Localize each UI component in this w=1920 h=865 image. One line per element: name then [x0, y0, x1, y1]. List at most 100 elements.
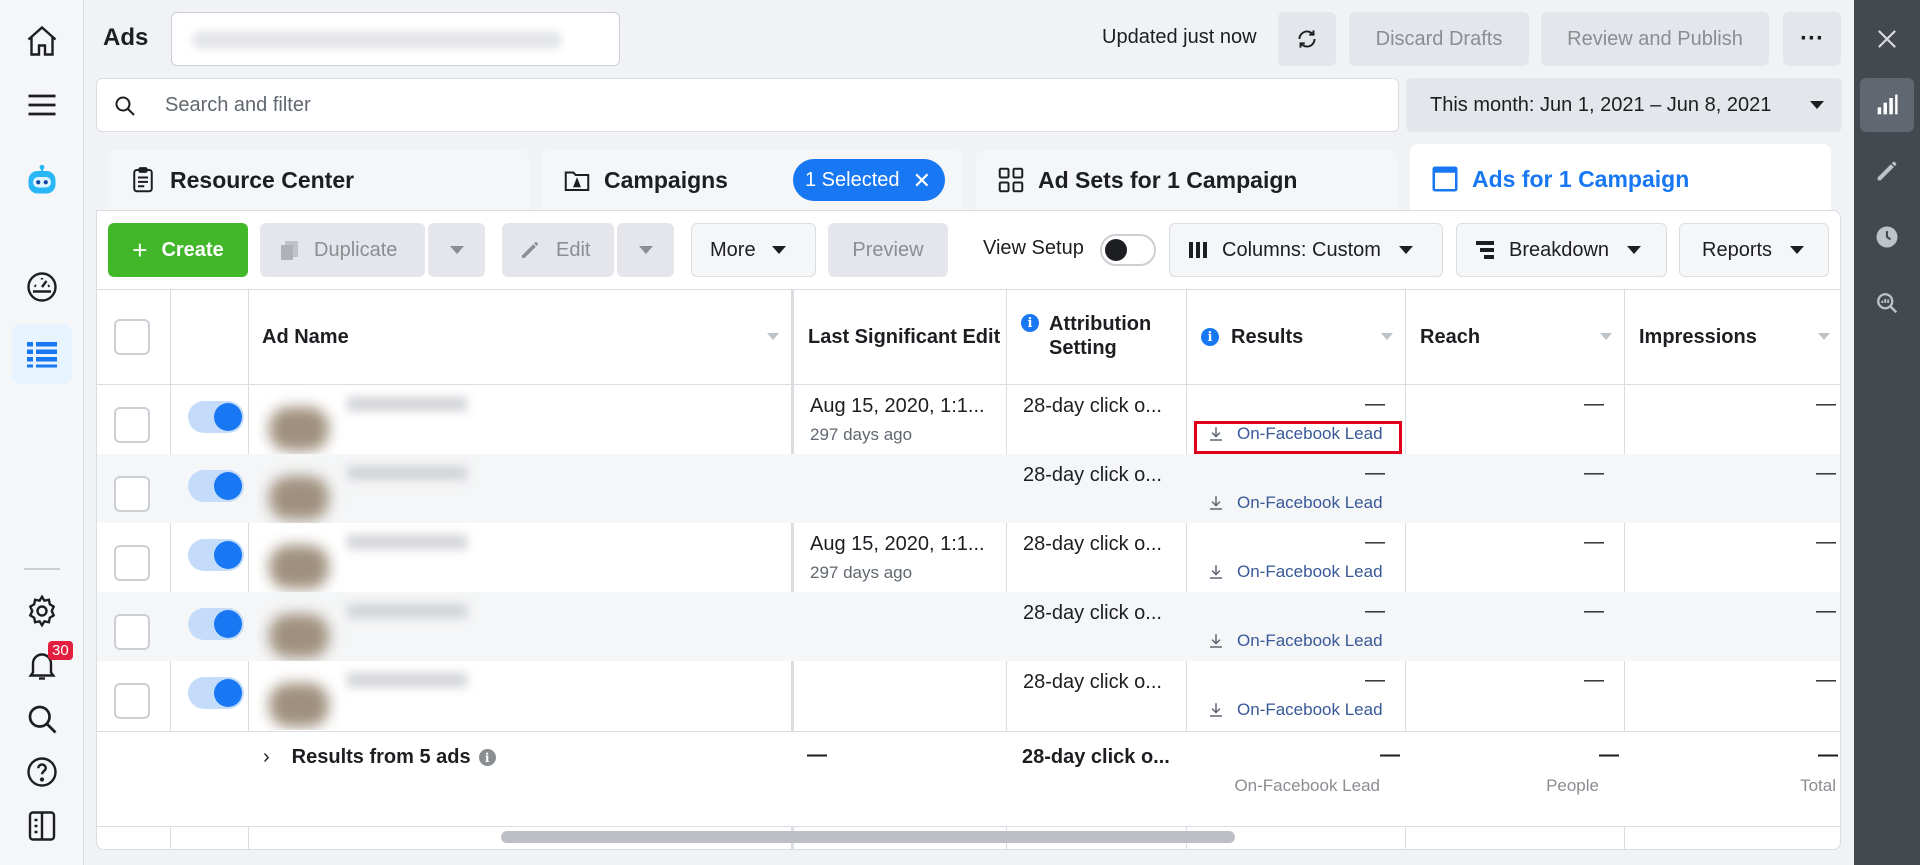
more-options-button[interactable]: ··· — [1783, 12, 1841, 66]
selected-count: 1 Selected — [805, 168, 900, 191]
search-icon — [115, 96, 135, 116]
view-setup-toggle[interactable] — [1100, 234, 1156, 266]
dashboard-gauge-icon[interactable] — [12, 257, 72, 317]
info-icon[interactable]: i — [478, 749, 496, 766]
ad-status-toggle[interactable] — [188, 677, 244, 709]
sort-icon[interactable] — [1818, 333, 1830, 340]
duplicate-button[interactable]: Duplicate — [260, 223, 425, 277]
ad-name-blurred[interactable] — [257, 523, 487, 592]
summary-last-edit: — — [807, 744, 827, 766]
close-icon[interactable] — [1860, 12, 1914, 66]
row-checkbox[interactable] — [114, 545, 150, 581]
reach-value: — — [1584, 600, 1604, 622]
inspect-search-icon[interactable] — [1860, 276, 1914, 330]
pencil-icon[interactable] — [1860, 144, 1914, 198]
on-facebook-lead-link[interactable]: On-Facebook Lead — [1207, 631, 1383, 651]
table-row[interactable]: 28-day click o... — On-Facebook Lead — — — [97, 592, 1840, 661]
search-input[interactable]: Search and filter — [96, 78, 1399, 132]
review-publish-button[interactable]: Review and Publish — [1541, 12, 1769, 66]
pencil-icon — [522, 242, 538, 258]
discard-drafts-button[interactable]: Discard Drafts — [1349, 12, 1529, 66]
row-checkbox[interactable] — [114, 476, 150, 512]
ad-status-toggle[interactable] — [188, 608, 244, 640]
ads-manager-table-icon[interactable] — [12, 324, 72, 384]
ad-status-toggle[interactable] — [188, 470, 244, 502]
reports-button[interactable]: Reports — [1679, 223, 1829, 277]
reach-value: — — [1584, 531, 1604, 553]
table-row[interactable]: 28-day click o... — On-Facebook Lead — — — [97, 454, 1840, 523]
table-row[interactable]: Aug 15, 2020, 1:1... 297 days ago 28-day c… — [97, 385, 1840, 454]
edit-button[interactable]: Edit — [502, 223, 614, 277]
search-placeholder: Search and filter — [165, 94, 311, 116]
column-header-last-edit[interactable]: Last Significant Edit — [794, 290, 1006, 384]
plus-icon: + — [132, 234, 148, 265]
chevron-down-icon — [638, 246, 653, 254]
notifications-bell-icon[interactable]: 30 — [12, 635, 73, 695]
row-checkbox[interactable] — [114, 683, 150, 719]
impressions-value: — — [1816, 393, 1836, 415]
settings-gear-icon[interactable] — [12, 581, 72, 641]
ad-name-blurred[interactable] — [257, 592, 487, 661]
date-range-label: This month: Jun 1, 2021 – Jun 8, 2021 — [1430, 93, 1772, 116]
table-row[interactable]: Aug 15, 2020, 1:1... 297 days ago 28-day c… — [97, 523, 1840, 592]
tab-resource-center[interactable]: Resource Center — [108, 150, 529, 210]
preview-button[interactable]: Preview — [828, 223, 948, 277]
summary-reach: — — [1599, 744, 1619, 766]
chart-bar-icon[interactable] — [1860, 78, 1914, 132]
breakdown-icon — [1476, 241, 1494, 259]
home-icon[interactable] — [12, 11, 72, 71]
chevron-down-icon — [449, 246, 464, 254]
clipboard-icon — [133, 167, 153, 193]
create-button[interactable]: + Create — [108, 223, 248, 277]
breakdown-button[interactable]: Breakdown — [1456, 223, 1667, 277]
table-row[interactable]: 28-day click o... — On-Facebook Lead — — — [97, 661, 1840, 730]
assistant-bot-icon[interactable] — [12, 150, 72, 210]
summary-label[interactable]: › Results from 5 ads i — [263, 746, 496, 769]
edit-dropdown-button[interactable] — [617, 223, 674, 277]
menu-icon[interactable] — [12, 75, 72, 135]
summary-reach-unit: People — [1546, 776, 1599, 795]
ad-name-blurred[interactable] — [257, 385, 487, 454]
ad-account-selector[interactable] — [171, 12, 620, 66]
chevron-right-icon[interactable]: › — [263, 746, 270, 769]
columns-button[interactable]: Columns: Custom — [1169, 223, 1443, 277]
sort-icon[interactable] — [767, 333, 779, 340]
help-icon[interactable] — [12, 742, 72, 802]
row-checkbox[interactable] — [114, 614, 150, 650]
column-header-results[interactable]: i Results — [1187, 290, 1405, 384]
sort-icon[interactable] — [1381, 333, 1393, 340]
tab-ads[interactable]: Ads for 1 Campaign — [1410, 144, 1831, 214]
duplicate-dropdown-button[interactable] — [428, 223, 485, 277]
select-all-checkbox[interactable] — [114, 319, 150, 355]
clear-selection-close-icon[interactable]: ✕ — [913, 168, 931, 194]
on-facebook-lead-link[interactable]: On-Facebook Lead — [1207, 700, 1383, 720]
chevron-down-icon — [771, 246, 786, 254]
tab-ad-sets[interactable]: Ad Sets for 1 Campaign — [976, 150, 1397, 210]
columns-icon — [1189, 242, 1207, 258]
last-edit-relative: 297 days ago — [810, 563, 913, 582]
sort-icon[interactable] — [1600, 333, 1612, 340]
chevron-down-icon — [1790, 246, 1805, 254]
horizontal-scrollbar[interactable] — [501, 831, 1235, 843]
impressions-value: — — [1816, 462, 1836, 484]
on-facebook-lead-link[interactable]: On-Facebook Lead — [1207, 562, 1383, 582]
selected-filter-pill[interactable]: 1 Selected ✕ — [793, 159, 945, 201]
on-facebook-lead-link[interactable]: On-Facebook Lead — [1207, 493, 1383, 513]
column-header-impressions[interactable]: Impressions — [1625, 290, 1840, 384]
ad-status-toggle[interactable] — [188, 401, 244, 433]
ad-status-toggle[interactable] — [188, 539, 244, 571]
more-button[interactable]: More — [691, 223, 816, 277]
info-icon[interactable]: i — [1201, 328, 1219, 346]
date-range-picker[interactable]: This month: Jun 1, 2021 – Jun 8, 2021 — [1406, 78, 1842, 132]
info-icon[interactable]: i — [1021, 314, 1039, 332]
column-header-reach[interactable]: Reach — [1406, 290, 1624, 384]
clock-icon[interactable] — [1860, 210, 1914, 264]
side-panel-icon[interactable] — [12, 796, 72, 856]
ad-name-blurred[interactable] — [257, 454, 487, 523]
column-header-ad-name[interactable]: Ad Name — [248, 290, 791, 384]
refresh-button[interactable] — [1278, 12, 1336, 66]
column-header-attribution[interactable]: i Attribution Setting — [1007, 290, 1186, 384]
search-icon[interactable] — [12, 689, 72, 749]
ad-name-blurred[interactable] — [257, 661, 487, 730]
row-checkbox[interactable] — [114, 407, 150, 443]
